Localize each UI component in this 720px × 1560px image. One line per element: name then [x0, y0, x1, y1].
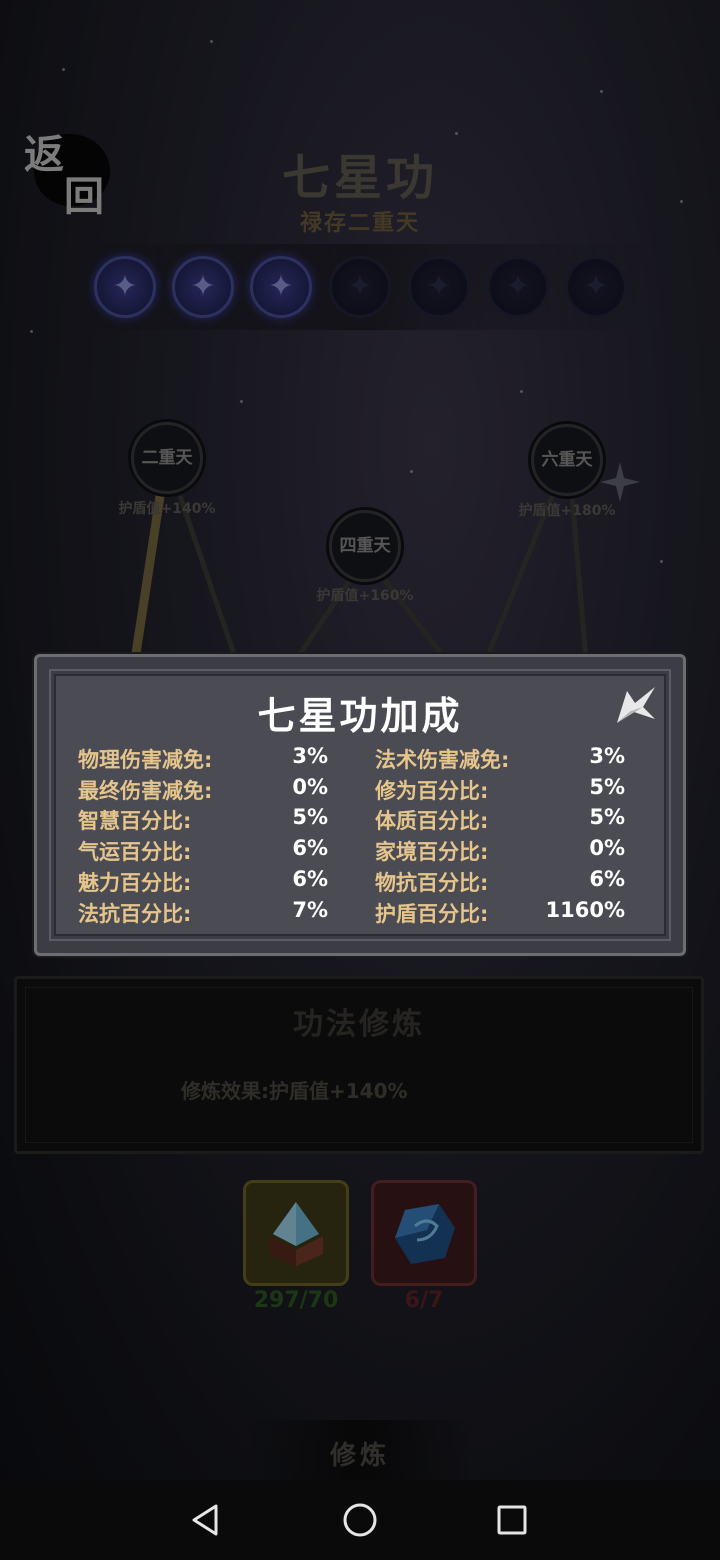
stat-label: 修为百分比:: [375, 779, 489, 803]
nav-home-icon[interactable]: [336, 1498, 384, 1542]
stat-label: 家境百分比:: [375, 840, 489, 864]
bonus-modal: 七星功加成 物理伤害减免: 3% 法术伤害减免: 3% 最终伤害减免: 0% 修…: [34, 654, 686, 956]
stat-label: 法抗百分比:: [78, 902, 192, 926]
stat-value: 7%: [292, 898, 328, 922]
stat-value: 1160%: [545, 898, 626, 922]
stat-value: 5%: [292, 805, 328, 829]
stat-value: 0%: [589, 836, 625, 860]
close-icon[interactable]: [613, 683, 659, 729]
stat-value: 0%: [292, 775, 328, 799]
stat-value: 6%: [292, 867, 328, 891]
stat-value: 5%: [589, 805, 625, 829]
stat-label: 法术伤害减免:: [375, 748, 510, 772]
stat-value: 3%: [292, 744, 328, 768]
stat-value: 6%: [292, 836, 328, 860]
stat-label: 体质百分比:: [375, 809, 489, 833]
stat-label: 物理伤害减免:: [78, 748, 213, 772]
stat-label: 智慧百分比:: [78, 809, 192, 833]
stat-label: 气运百分比:: [78, 840, 192, 864]
stat-label: 最终伤害减免:: [78, 779, 213, 803]
system-nav-bar: [0, 1480, 720, 1560]
nav-recents-icon[interactable]: [488, 1498, 536, 1542]
modal-title: 七星功加成: [257, 694, 463, 738]
stat-value: 3%: [589, 744, 625, 768]
nav-back-icon[interactable]: [182, 1498, 230, 1542]
stat-value: 5%: [589, 775, 625, 799]
stat-value: 6%: [589, 867, 625, 891]
stat-label: 护盾百分比:: [375, 902, 489, 926]
stat-label: 魅力百分比:: [78, 871, 192, 895]
stat-label: 物抗百分比:: [375, 871, 489, 895]
